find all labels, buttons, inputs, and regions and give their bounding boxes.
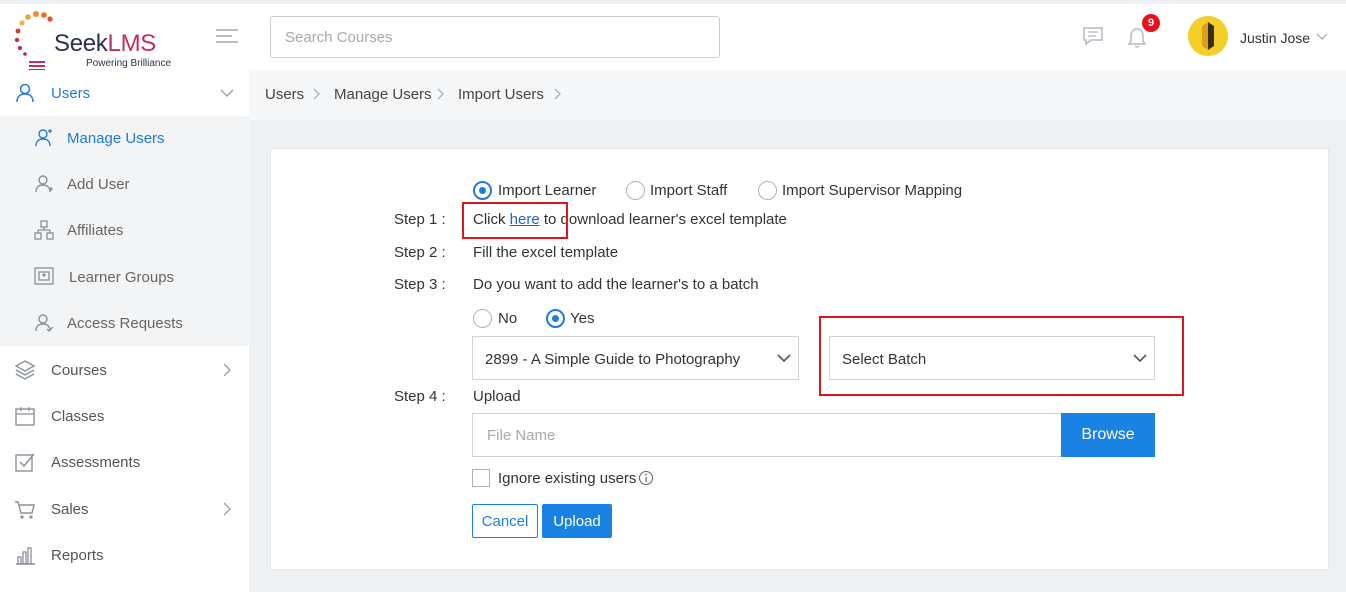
users-submenu: Manage Users Add User Affiliates Learner…: [0, 116, 249, 346]
sidebar-item-courses[interactable]: Courses: [0, 347, 249, 393]
radio-batch-yes[interactable]: [546, 309, 565, 328]
sidebar-subitem-access-requests[interactable]: Access Requests: [0, 301, 249, 347]
file-name-input[interactable]: [472, 413, 1061, 457]
brand-logo[interactable]: SeekLMS Powering Brilliance: [12, 6, 172, 71]
info-icon[interactable]: [638, 470, 654, 486]
sidebar-item-label: Sales: [51, 500, 89, 518]
chevron-down-icon: [777, 354, 791, 363]
avatar[interactable]: [1188, 16, 1228, 56]
step4-label: Step 4 :: [394, 388, 446, 405]
step3-label: Step 3 :: [394, 276, 446, 293]
sidebar-item-assessments[interactable]: Assessments: [0, 439, 249, 485]
menu-toggle-icon[interactable]: [216, 29, 238, 45]
radio-label-import-staff[interactable]: Import Staff: [650, 182, 727, 199]
chevron-down-icon: [1133, 354, 1147, 363]
sidebar: Users Manage Users Add User Affiliates L…: [0, 70, 249, 592]
ignore-existing-checkbox[interactable]: [472, 469, 490, 487]
users-icon: [16, 83, 34, 103]
sidebar-item-label: Reports: [51, 546, 104, 564]
sidebar-item-users[interactable]: Users: [0, 70, 249, 116]
cancel-button[interactable]: Cancel: [472, 504, 538, 538]
groups-icon: [34, 267, 54, 285]
radio-label-import-learner[interactable]: Import Learner: [498, 182, 596, 199]
sidebar-item-label: Classes: [51, 407, 105, 425]
step3-text: Do you want to add the learner's to a ba…: [473, 276, 759, 293]
sidebar-subitem-add-user[interactable]: Add User: [0, 162, 249, 208]
sidebar-subitem-label: Learner Groups: [69, 269, 175, 286]
sidebar-subitem-affiliates[interactable]: Affiliates: [0, 208, 249, 254]
sidebar-item-sales[interactable]: Sales: [0, 486, 249, 532]
sidebar-item-label: Assessments: [51, 453, 141, 471]
main-content: Users Manage Users Import Users Import L…: [249, 70, 1346, 592]
browse-button[interactable]: Browse: [1061, 413, 1155, 457]
sidebar-subitem-manage-users[interactable]: Manage Users: [0, 116, 249, 162]
calendar-icon: [15, 407, 35, 426]
radio-import-learner[interactable]: [473, 181, 492, 200]
chevron-right-icon: [554, 88, 561, 100]
radio-label-import-supervisor-mapping[interactable]: Import Supervisor Mapping: [782, 182, 962, 199]
sidebar-item-reports[interactable]: Reports: [0, 532, 249, 578]
chevron-down-icon: [220, 89, 234, 97]
course-select[interactable]: 2899 - A Simple Guide to Photography: [472, 336, 799, 380]
chat-icon[interactable]: [1082, 26, 1104, 46]
radio-batch-no[interactable]: [473, 309, 492, 328]
batch-select[interactable]: Select Batch: [829, 336, 1155, 380]
import-form-card: Import Learner Import Staff Import Super…: [270, 148, 1329, 570]
access-request-icon: [35, 314, 54, 332]
step4-text: Upload: [473, 388, 521, 405]
affiliates-icon: [34, 220, 54, 240]
course-select-value: 2899 - A Simple Guide to Photography: [485, 351, 741, 368]
add-user-icon: [35, 175, 53, 193]
sidebar-subitem-label: Access Requests: [67, 315, 183, 332]
step2-text: Fill the excel template: [473, 244, 619, 261]
breadcrumb-item-manage-users[interactable]: Manage Users: [334, 86, 432, 103]
step1-label: Step 1 :: [394, 211, 446, 228]
sidebar-item-label: Users: [51, 84, 91, 102]
bar-chart-icon: [16, 547, 35, 565]
step1-text: Click here to download learner's excel t…: [473, 211, 787, 228]
radio-import-staff[interactable]: [626, 181, 645, 200]
search-input[interactable]: [270, 16, 720, 58]
download-template-link[interactable]: here: [510, 211, 540, 228]
avatar-icon: [1188, 16, 1228, 56]
upload-button[interactable]: Upload: [542, 504, 612, 538]
user-manage-icon: [35, 129, 52, 147]
ignore-existing-label[interactable]: Ignore existing users: [498, 470, 636, 487]
sidebar-subitem-label: Add User: [67, 176, 130, 193]
chevron-right-icon: [223, 502, 231, 516]
chevron-right-icon: [437, 88, 444, 100]
breadcrumb: Users Manage Users Import Users: [249, 70, 1346, 120]
sidebar-item-classes[interactable]: Classes: [0, 393, 249, 439]
sidebar-subitem-learner-groups[interactable]: Learner Groups: [0, 255, 249, 301]
brand-name: SeekLMS: [54, 30, 156, 57]
radio-import-supervisor-mapping[interactable]: [758, 181, 777, 200]
chevron-down-icon[interactable]: [1316, 32, 1328, 42]
app-header: SeekLMS Powering Brilliance 9 Justin Jos…: [0, 4, 1346, 71]
breadcrumb-item-users[interactable]: Users: [265, 86, 304, 103]
sidebar-subitem-label: Manage Users: [67, 130, 165, 147]
chevron-right-icon: [313, 88, 320, 100]
radio-label-batch-no[interactable]: No: [498, 310, 517, 327]
user-name[interactable]: Justin Jose: [1240, 30, 1310, 46]
chevron-right-icon: [223, 363, 231, 377]
checkbox-icon: [15, 453, 35, 472]
sidebar-item-label: Courses: [51, 361, 107, 379]
notification-badge: 9: [1142, 14, 1160, 32]
step2-label: Step 2 :: [394, 244, 446, 261]
batch-select-value: Select Batch: [842, 351, 927, 368]
brand-tagline: Powering Brilliance: [86, 58, 172, 69]
sidebar-subitem-label: Affiliates: [67, 222, 124, 239]
radio-label-batch-yes[interactable]: Yes: [570, 310, 594, 327]
breadcrumb-item-import-users: Import Users: [458, 86, 544, 103]
cart-icon: [15, 501, 35, 519]
layers-icon: [14, 360, 36, 380]
